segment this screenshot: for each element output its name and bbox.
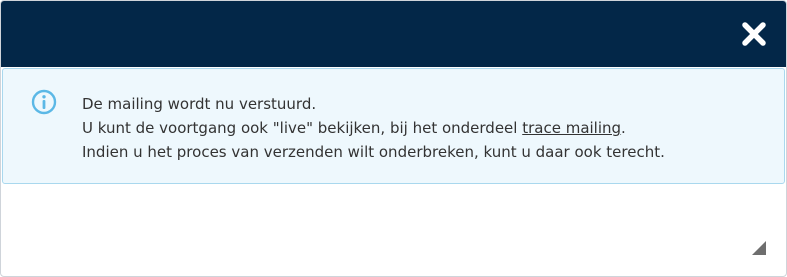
- message-line-3: Indien u het proces van verzenden wilt o…: [82, 143, 665, 161]
- info-icon: [31, 89, 57, 115]
- trace-mailing-link[interactable]: trace mailing: [522, 119, 621, 137]
- dialog-titlebar: [1, 1, 786, 67]
- close-button[interactable]: [738, 18, 770, 50]
- info-message-box: De mailing wordt nu verstuurd. U kunt de…: [2, 68, 785, 184]
- message-line-2-text: U kunt de voortgang ook "live" bekijken,…: [82, 119, 523, 137]
- message-line-1: De mailing wordt nu verstuurd.: [82, 95, 317, 113]
- dialog: De mailing wordt nu verstuurd. U kunt de…: [0, 0, 787, 277]
- close-icon: [742, 22, 766, 46]
- resize-grip-icon[interactable]: [752, 241, 766, 255]
- message-line-2-end: .: [621, 119, 626, 137]
- message-line-2: U kunt de voortgang ook "live" bekijken,…: [82, 116, 665, 140]
- info-message: De mailing wordt nu verstuurd. U kunt de…: [82, 92, 665, 164]
